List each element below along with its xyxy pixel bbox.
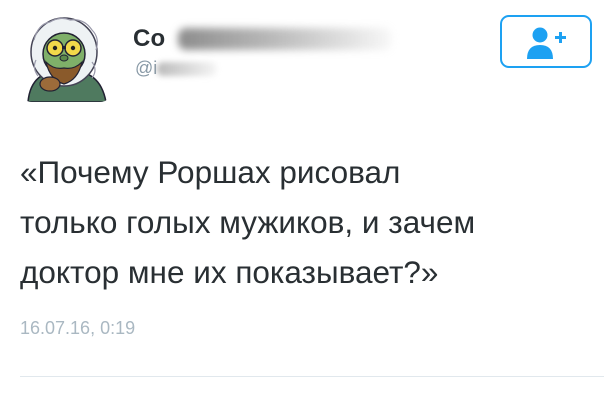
username[interactable]: @i	[135, 58, 157, 79]
follow-button[interactable]	[500, 15, 592, 68]
avatar[interactable]	[20, 10, 112, 102]
tweet-timestamp[interactable]: 16.07.16, 0:19	[20, 318, 135, 339]
tweet-card: Со @i «Почему Роршах рисовал только голы…	[0, 0, 604, 402]
divider	[20, 376, 604, 377]
redaction-blur	[178, 28, 392, 50]
tweet-text-line: «Почему Роршах рисовал	[20, 154, 401, 190]
add-user-icon	[527, 27, 566, 59]
tweet-text-line: доктор мне их показывает?»	[20, 254, 439, 290]
display-name[interactable]: Со	[133, 25, 165, 53]
tweet-text: «Почему Роршах рисовал только голых мужи…	[20, 147, 590, 297]
cartoon-eskimo-avatar-icon	[20, 10, 112, 102]
redaction-blur	[157, 62, 217, 76]
tweet-text-line: только голых мужиков, и зачем	[20, 204, 476, 240]
